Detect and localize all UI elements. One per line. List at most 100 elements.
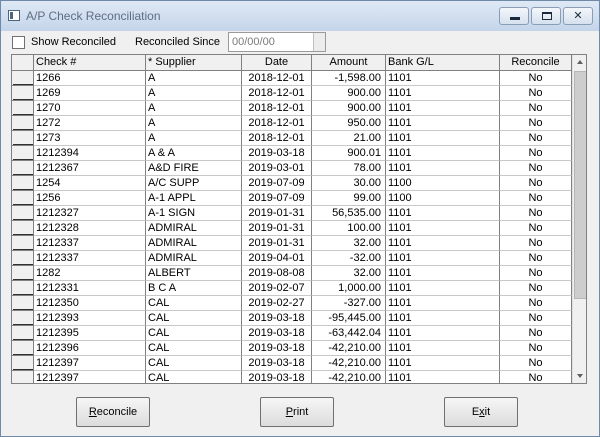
cell-bank-gl[interactable]: 1101 xyxy=(386,356,500,371)
cell-date[interactable]: 2019-03-18 xyxy=(242,326,312,341)
cell-supplier[interactable]: A xyxy=(146,86,242,101)
cell-date[interactable]: 2018-12-01 xyxy=(242,101,312,116)
cell-date[interactable]: 2018-12-01 xyxy=(242,86,312,101)
cell-date[interactable]: 2019-01-31 xyxy=(242,221,312,236)
cell-amount[interactable]: 900.01 xyxy=(312,146,386,161)
table-row[interactable]: 1212331 B C A 2019-02-07 1,000.00 1101 No xyxy=(12,281,572,296)
cell-bank-gl[interactable]: 1101 xyxy=(386,371,500,383)
cell-date[interactable]: 2019-02-27 xyxy=(242,296,312,311)
cell-amount[interactable]: 1,000.00 xyxy=(312,281,386,296)
row-selector[interactable] xyxy=(12,251,34,266)
date-spin-button[interactable] xyxy=(313,33,325,51)
cell-bank-gl[interactable]: 1101 xyxy=(386,116,500,131)
cell-check-number[interactable]: 1256 xyxy=(34,191,146,206)
cell-reconcile[interactable]: No xyxy=(500,86,572,101)
cell-date[interactable]: 2019-01-31 xyxy=(242,206,312,221)
cell-reconcile[interactable]: No xyxy=(500,371,572,383)
cell-reconcile[interactable]: No xyxy=(500,191,572,206)
show-reconciled-checkbox[interactable] xyxy=(12,36,25,49)
cell-amount[interactable]: -327.00 xyxy=(312,296,386,311)
cell-supplier[interactable]: A & A xyxy=(146,146,242,161)
table-row[interactable]: 1254 A/C SUPP 2019-07-09 30.00 1100 No xyxy=(12,176,572,191)
cell-check-number[interactable]: 1212337 xyxy=(34,251,146,266)
cell-reconcile[interactable]: No xyxy=(500,116,572,131)
cell-amount[interactable]: -63,442.04 xyxy=(312,326,386,341)
minimize-button[interactable] xyxy=(499,7,529,25)
cell-check-number[interactable]: 1212394 xyxy=(34,146,146,161)
cell-bank-gl[interactable]: 1101 xyxy=(386,251,500,266)
column-header-date[interactable]: Date xyxy=(242,55,312,71)
cell-amount[interactable]: 78.00 xyxy=(312,161,386,176)
table-row[interactable]: 1212396 CAL 2019-03-18 -42,210.00 1101 No xyxy=(12,341,572,356)
column-header-check-number[interactable]: Check # xyxy=(34,55,146,71)
row-selector[interactable] xyxy=(12,161,34,176)
cell-reconcile[interactable]: No xyxy=(500,101,572,116)
row-selector[interactable] xyxy=(12,281,34,296)
cell-amount[interactable]: 900.00 xyxy=(312,101,386,116)
maximize-button[interactable] xyxy=(531,7,561,25)
row-selector[interactable] xyxy=(12,86,34,101)
cell-bank-gl[interactable]: 1101 xyxy=(386,281,500,296)
cell-supplier[interactable]: A/C SUPP xyxy=(146,176,242,191)
cell-amount[interactable]: -42,210.00 xyxy=(312,356,386,371)
cell-supplier[interactable]: ADMIRAL xyxy=(146,221,242,236)
cell-bank-gl[interactable]: 1101 xyxy=(386,146,500,161)
table-row[interactable]: 1266 A 2018-12-01 -1,598.00 1101 No xyxy=(12,71,572,86)
cell-check-number[interactable]: 1254 xyxy=(34,176,146,191)
row-selector[interactable] xyxy=(12,296,34,311)
column-header-bank-gl[interactable]: Bank G/L xyxy=(386,55,500,71)
row-selector[interactable] xyxy=(12,116,34,131)
cell-amount[interactable]: 100.00 xyxy=(312,221,386,236)
table-row[interactable]: 1212367 A&D FIRE 2019-03-01 78.00 1101 No xyxy=(12,161,572,176)
cell-date[interactable]: 2019-04-01 xyxy=(242,251,312,266)
cell-amount[interactable]: -42,210.00 xyxy=(312,371,386,383)
scroll-down-button[interactable] xyxy=(573,368,586,383)
cell-bank-gl[interactable]: 1101 xyxy=(386,326,500,341)
table-row[interactable]: 1282 ALBERT 2019-08-08 32.00 1101 No xyxy=(12,266,572,281)
cell-date[interactable]: 2019-03-18 xyxy=(242,341,312,356)
cell-reconcile[interactable]: No xyxy=(500,176,572,191)
reconcile-button[interactable]: Reconcile xyxy=(76,397,150,427)
checks-grid[interactable]: Check # * Supplier Date Amount Bank G/L Recon… xyxy=(11,54,587,384)
row-selector[interactable] xyxy=(12,236,34,251)
row-selector[interactable] xyxy=(12,326,34,341)
cell-date[interactable]: 2019-01-31 xyxy=(242,236,312,251)
table-row[interactable]: 1269 A 2018-12-01 900.00 1101 No xyxy=(12,86,572,101)
cell-reconcile[interactable]: No xyxy=(500,146,572,161)
cell-amount[interactable]: 30.00 xyxy=(312,176,386,191)
table-row[interactable]: 1270 A 2018-12-01 900.00 1101 No xyxy=(12,101,572,116)
cell-check-number[interactable]: 1212397 xyxy=(34,356,146,371)
cell-amount[interactable]: 32.00 xyxy=(312,236,386,251)
cell-amount[interactable]: -95,445.00 xyxy=(312,311,386,326)
cell-bank-gl[interactable]: 1101 xyxy=(386,221,500,236)
cell-check-number[interactable]: 1272 xyxy=(34,116,146,131)
cell-bank-gl[interactable]: 1101 xyxy=(386,341,500,356)
cell-bank-gl[interactable]: 1100 xyxy=(386,176,500,191)
row-selector[interactable] xyxy=(12,341,34,356)
cell-check-number[interactable]: 1269 xyxy=(34,86,146,101)
table-row[interactable]: 1212337 ADMIRAL 2019-01-31 32.00 1101 No xyxy=(12,236,572,251)
cell-bank-gl[interactable]: 1101 xyxy=(386,161,500,176)
cell-check-number[interactable]: 1212397 xyxy=(34,371,146,383)
cell-supplier[interactable]: A xyxy=(146,116,242,131)
cell-supplier[interactable]: CAL xyxy=(146,296,242,311)
cell-supplier[interactable]: CAL xyxy=(146,311,242,326)
cell-check-number[interactable]: 1273 xyxy=(34,131,146,146)
cell-reconcile[interactable]: No xyxy=(500,341,572,356)
exit-button[interactable]: Exit xyxy=(444,397,518,427)
cell-supplier[interactable]: A xyxy=(146,101,242,116)
cell-check-number[interactable]: 1212328 xyxy=(34,221,146,236)
cell-supplier[interactable]: A-1 APPL xyxy=(146,191,242,206)
row-selector[interactable] xyxy=(12,206,34,221)
row-selector[interactable] xyxy=(12,311,34,326)
row-selector[interactable] xyxy=(12,356,34,371)
cell-reconcile[interactable]: No xyxy=(500,131,572,146)
table-row[interactable]: 1212397 CAL 2019-03-18 -42,210.00 1101 No xyxy=(12,356,572,371)
cell-check-number[interactable]: 1212367 xyxy=(34,161,146,176)
cell-check-number[interactable]: 1266 xyxy=(34,71,146,86)
vertical-scrollbar[interactable] xyxy=(572,55,586,383)
row-selector[interactable] xyxy=(12,101,34,116)
cell-bank-gl[interactable]: 1101 xyxy=(386,101,500,116)
cell-check-number[interactable]: 1282 xyxy=(34,266,146,281)
cell-amount[interactable]: 56,535.00 xyxy=(312,206,386,221)
